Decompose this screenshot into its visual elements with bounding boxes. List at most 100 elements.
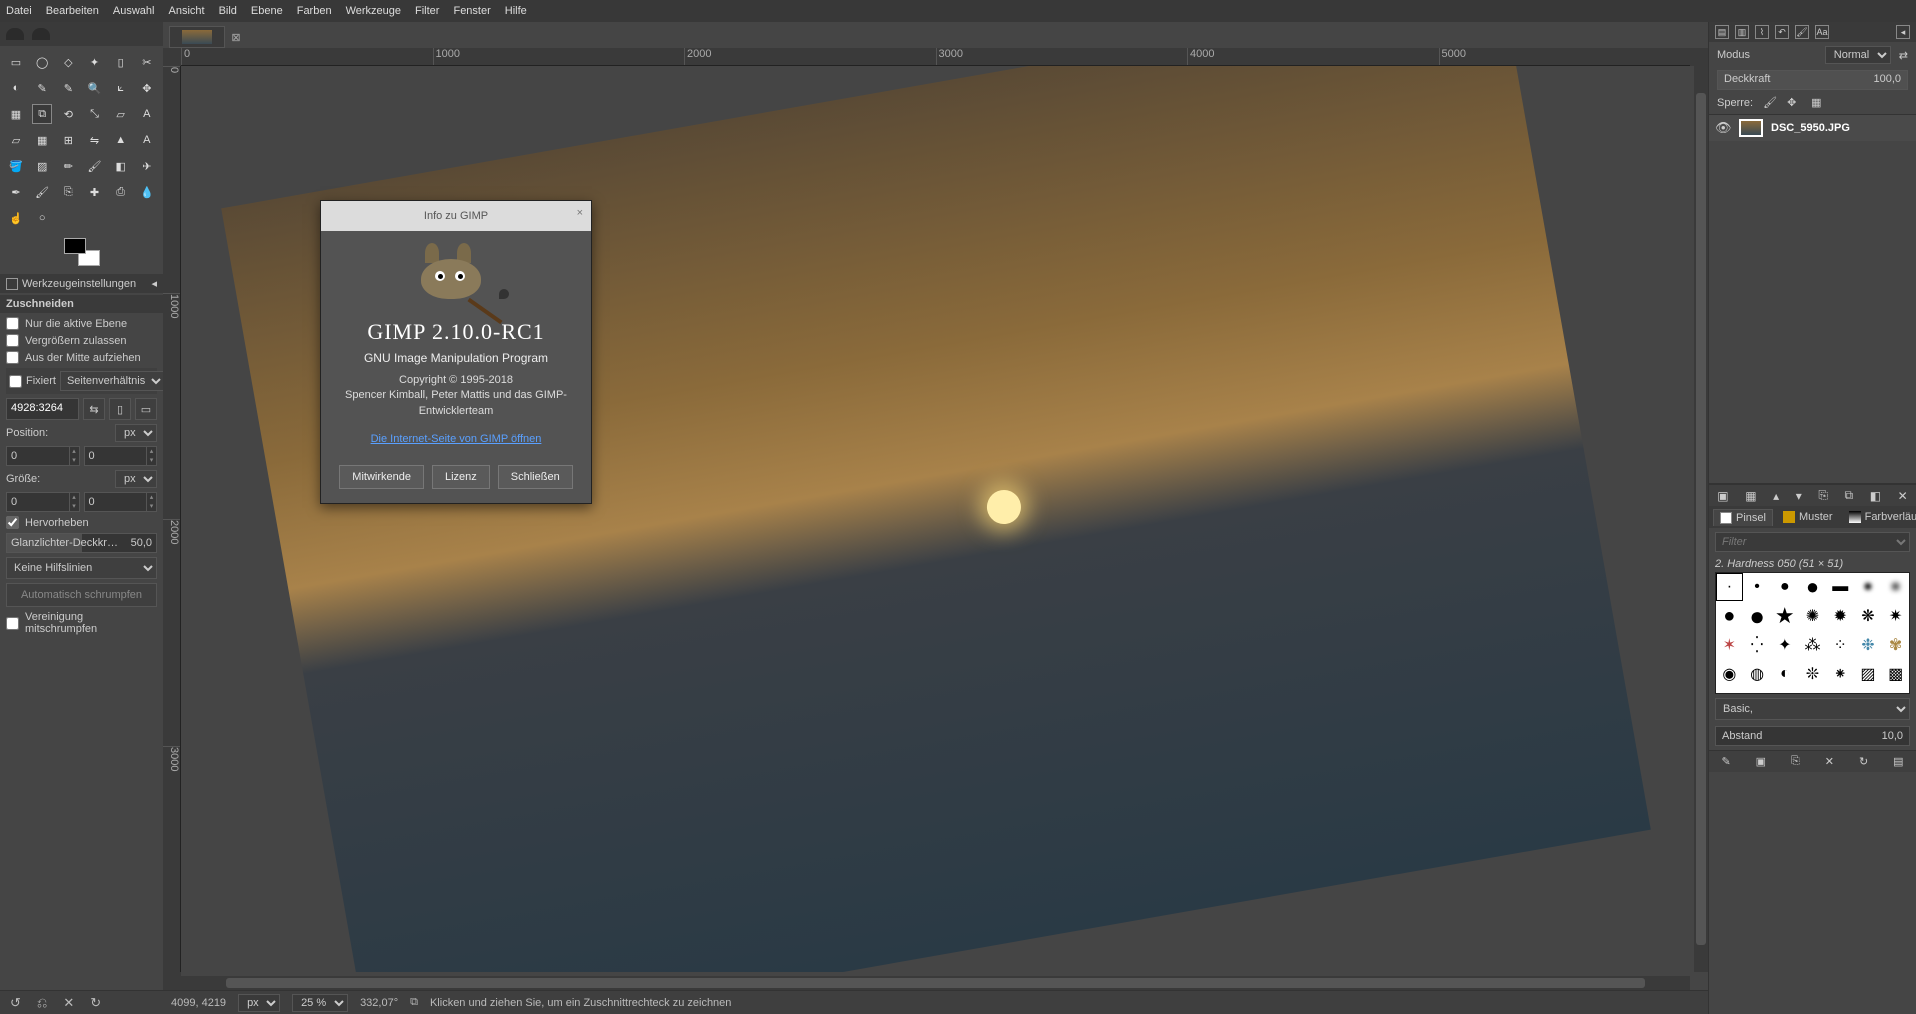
- tool-fuzzy-select[interactable]: ✦: [84, 52, 104, 72]
- tool-foreground[interactable]: ◐: [6, 78, 26, 98]
- status-unit-select[interactable]: px: [238, 994, 280, 1012]
- status-zoom-select[interactable]: 25 %: [292, 994, 348, 1012]
- chk-shrink-merged[interactable]: Vereinigung mitschrumpfen: [6, 611, 157, 635]
- brush-item[interactable]: ⁂: [1799, 631, 1826, 659]
- menu-tools[interactable]: Werkzeuge: [346, 5, 401, 17]
- menu-colors[interactable]: Farben: [297, 5, 332, 17]
- ruler-horizontal[interactable]: 010002000300040005000: [181, 48, 1690, 66]
- tool-shear[interactable]: ▱: [111, 104, 131, 124]
- menu-view[interactable]: Ansicht: [168, 5, 204, 17]
- tool-ink[interactable]: ✒: [6, 182, 26, 202]
- brush-item[interactable]: ●: [1855, 573, 1882, 601]
- new-group-icon[interactable]: ▦: [1745, 489, 1756, 503]
- aspect-value[interactable]: 4928:3264: [6, 398, 79, 420]
- tool-paths[interactable]: ✎: [32, 78, 52, 98]
- brush-item[interactable]: ◍: [1744, 660, 1771, 688]
- size-h-input[interactable]: 0▴▾: [84, 492, 158, 512]
- layer-visibility-icon[interactable]: 👁: [1715, 120, 1731, 136]
- brush-tab-icon[interactable]: 🖌: [1795, 25, 1809, 39]
- fg-color[interactable]: [64, 238, 86, 254]
- ruler-vertical[interactable]: 0100020003000: [163, 66, 181, 972]
- tool-crop[interactable]: ⧉: [32, 104, 52, 124]
- tool-clone[interactable]: ⎘: [58, 182, 78, 202]
- chk-fixed[interactable]: [9, 375, 22, 388]
- dialog-close-icon[interactable]: ×: [577, 207, 583, 219]
- open-brush-icon[interactable]: ▤: [1893, 755, 1903, 768]
- brush-item[interactable]: ·: [1716, 573, 1743, 601]
- text-tab-icon[interactable]: Aa: [1815, 25, 1829, 39]
- brush-item[interactable]: ★: [1771, 602, 1798, 630]
- brush-item[interactable]: ✹: [1827, 602, 1854, 630]
- guides-select[interactable]: Keine Hilfslinien: [6, 557, 157, 579]
- about-license-button[interactable]: Lizenz: [432, 465, 490, 489]
- aspect-swap-icon[interactable]: ⇆: [83, 398, 105, 420]
- tool-cage[interactable]: ▲: [111, 130, 131, 150]
- lower-layer-icon[interactable]: ▾: [1796, 489, 1802, 503]
- brush-item[interactable]: ✦: [1771, 631, 1798, 659]
- tab-gradient[interactable]: Farbverläufe: [1843, 509, 1916, 525]
- opacity-slider[interactable]: Deckkraft 100,0: [1717, 70, 1908, 90]
- lock-pixels-icon[interactable]: 🖌: [1763, 96, 1777, 110]
- about-contributors-button[interactable]: Mitwirkende: [339, 465, 424, 489]
- brush-item[interactable]: ●: [1716, 602, 1743, 630]
- image-tab[interactable]: [169, 26, 225, 48]
- layer-thumbnail[interactable]: [1739, 119, 1763, 137]
- brush-item[interactable]: ✶: [1716, 631, 1743, 659]
- pos-x-input[interactable]: 0▴▾: [6, 446, 80, 466]
- brush-category-select[interactable]: Basic,: [1715, 698, 1910, 720]
- tool-text[interactable]: A: [137, 104, 157, 124]
- menu-layer[interactable]: Ebene: [251, 5, 283, 17]
- brush-item[interactable]: •: [1744, 573, 1771, 601]
- menu-filter[interactable]: Filter: [415, 5, 439, 17]
- fixed-mode-select[interactable]: Seitenverhältnis: [60, 371, 165, 391]
- brush-item[interactable]: ❊: [1799, 660, 1826, 688]
- raise-layer-icon[interactable]: ▴: [1773, 489, 1779, 503]
- layers-tab-icon[interactable]: ▤: [1715, 25, 1729, 39]
- brush-item[interactable]: ◉: [1716, 660, 1743, 688]
- tool-handle[interactable]: ⊞: [58, 130, 78, 150]
- tool-mypaint[interactable]: 🖌: [32, 182, 52, 202]
- tool-rotate[interactable]: ⟲: [58, 104, 78, 124]
- auto-shrink-button[interactable]: Automatisch schrumpfen: [6, 583, 157, 607]
- merge-down-icon[interactable]: ⧉: [1845, 488, 1854, 503]
- tool-ellipse-select[interactable]: ◯: [32, 52, 52, 72]
- footer-reset-icon[interactable]: ↻: [90, 995, 101, 1011]
- menu-image[interactable]: Bild: [219, 5, 237, 17]
- dialog-titlebar[interactable]: Info zu GIMP ×: [321, 201, 591, 231]
- tool-bucket[interactable]: 🪣: [6, 156, 26, 176]
- tool-blur[interactable]: 💧: [137, 182, 157, 202]
- brush-item[interactable]: ✾: [1882, 631, 1909, 659]
- scrollbar-horizontal[interactable]: [181, 976, 1690, 990]
- tool-eraser[interactable]: ◧: [111, 156, 131, 176]
- tool-color-picker[interactable]: ✎: [58, 78, 78, 98]
- brush-item[interactable]: ❋: [1855, 602, 1882, 630]
- lock-position-icon[interactable]: ✥: [1787, 96, 1801, 110]
- chk-from-center[interactable]: Aus der Mitte aufziehen: [6, 351, 157, 364]
- fg-bg-colors[interactable]: [64, 238, 100, 266]
- new-layer-icon[interactable]: ▣: [1717, 489, 1728, 503]
- brush-item[interactable]: ◐: [1771, 660, 1798, 688]
- tool-warp[interactable]: A: [137, 130, 157, 150]
- refresh-brush-icon[interactable]: ↻: [1859, 755, 1868, 768]
- footer-restore-icon[interactable]: ⎌: [37, 995, 47, 1011]
- mode-switch-icon[interactable]: ⇄: [1899, 49, 1908, 62]
- tool-unified[interactable]: ▦: [32, 130, 52, 150]
- image-tab-close[interactable]: ⊠: [227, 26, 245, 48]
- brush-filter-select[interactable]: Filter: [1715, 532, 1910, 552]
- tool-by-color[interactable]: ▯: [111, 52, 131, 72]
- brush-item[interactable]: ●: [1744, 602, 1771, 630]
- tool-flip[interactable]: ⇋: [84, 130, 104, 150]
- tool-scale[interactable]: ⤡: [84, 104, 104, 124]
- menu-help[interactable]: Hilfe: [505, 5, 527, 17]
- brush-item[interactable]: ●: [1771, 573, 1798, 601]
- brush-item[interactable]: ✺: [1799, 602, 1826, 630]
- about-close-button[interactable]: Schließen: [498, 465, 573, 489]
- mask-icon[interactable]: ◧: [1870, 489, 1881, 503]
- tool-zoom[interactable]: 🔍: [84, 78, 104, 98]
- tool-free-select[interactable]: ◇: [58, 52, 78, 72]
- tool-gradient[interactable]: ▨: [32, 156, 52, 176]
- duplicate-brush-icon[interactable]: ⎘: [1791, 755, 1800, 768]
- tool-perspective[interactable]: ▱: [6, 130, 26, 150]
- about-website-link[interactable]: Die Internet-Seite von GIMP öffnen: [371, 433, 542, 445]
- tool-align[interactable]: ▦: [6, 104, 26, 124]
